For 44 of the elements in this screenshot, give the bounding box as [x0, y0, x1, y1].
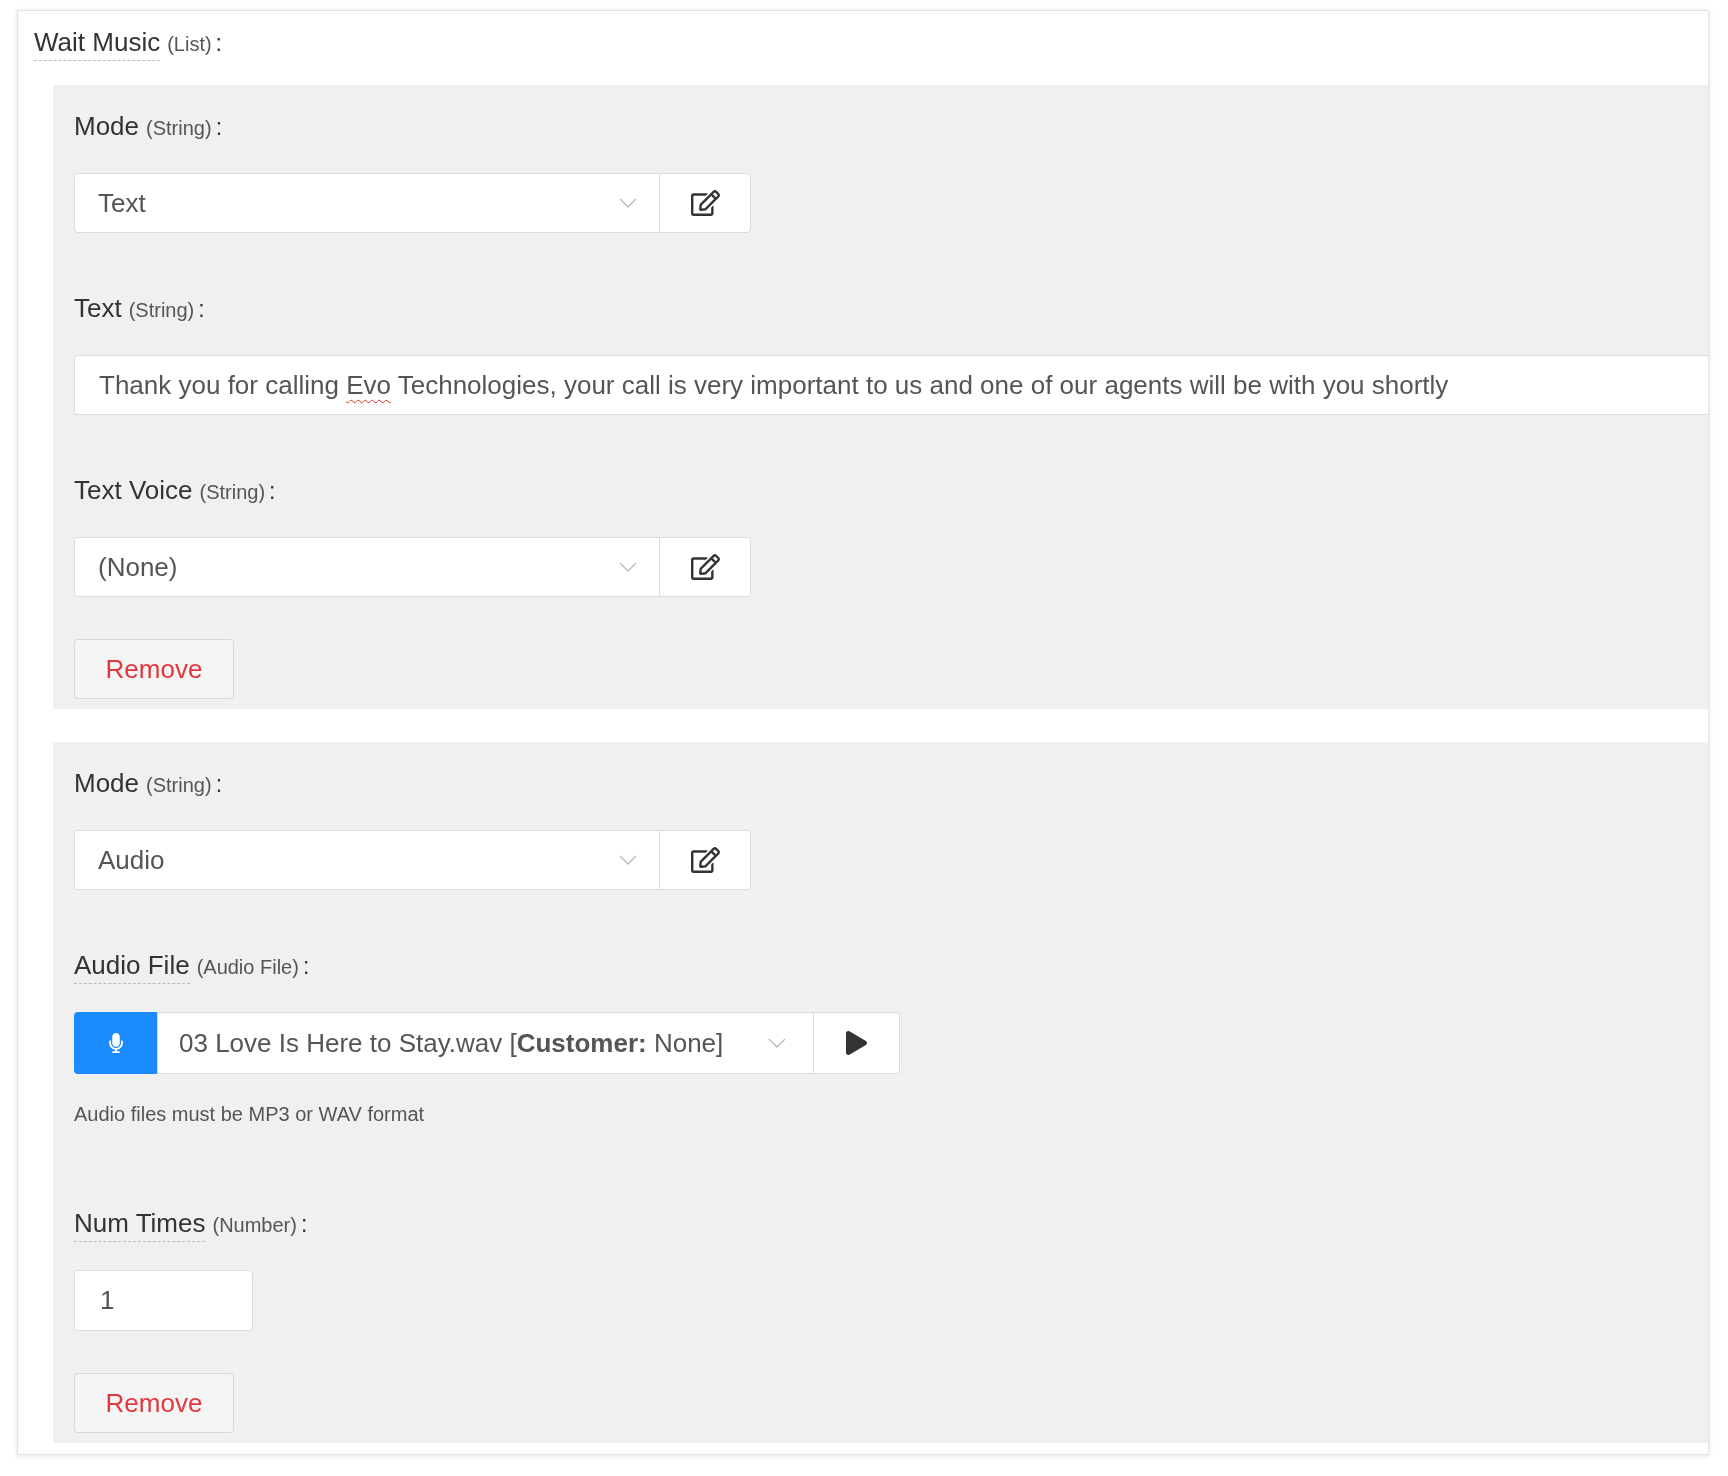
field-label: Text Voice — [74, 474, 193, 506]
field-type: (List) — [167, 32, 212, 57]
field-label: Text — [74, 292, 122, 324]
number-input[interactable]: 1 — [74, 1270, 253, 1331]
field-type: (Number) — [212, 1213, 297, 1238]
play-button[interactable] — [814, 1012, 900, 1074]
field-type: (String) — [199, 480, 266, 505]
label-colon: : — [215, 29, 222, 58]
chevron-down-icon — [619, 198, 637, 208]
label-colon: : — [302, 952, 310, 981]
remove-button[interactable]: Remove — [74, 1373, 234, 1433]
field-type: (String) — [146, 116, 212, 141]
chevron-down-icon — [619, 855, 637, 865]
text-input[interactable]: Thank you for calling Evo Technologies, your call is very important to us and one of our agents will be with you shortly — [74, 355, 1708, 415]
chevron-down-icon — [768, 1038, 786, 1048]
field-label: Audio File — [74, 949, 190, 984]
label-colon: : — [198, 295, 205, 324]
field-label: Wait Music — [34, 26, 161, 61]
play-icon — [846, 1031, 867, 1055]
edit-button[interactable] — [659, 537, 751, 597]
chevron-down-icon — [619, 562, 637, 572]
microphone-icon — [108, 1033, 123, 1053]
field-type: (Audio File) — [196, 955, 299, 980]
select-field[interactable]: (None) — [74, 537, 660, 597]
microphone-button[interactable] — [74, 1012, 157, 1074]
select-field[interactable]: 03 Love Is Here to Stay.wav [Customer: None] — [157, 1012, 814, 1074]
field-type: (String) — [128, 298, 195, 323]
edit-icon — [690, 847, 720, 873]
label-colon: : — [215, 770, 222, 799]
field-label: Mode — [74, 767, 140, 799]
edit-icon — [690, 554, 720, 580]
help-text: Audio files must be MP3 or WAV format — [74, 1102, 425, 1126]
label-colon: : — [300, 1210, 308, 1239]
field-label: Mode — [74, 110, 140, 142]
edit-button[interactable] — [659, 830, 751, 890]
select-field[interactable]: Audio — [74, 830, 660, 890]
remove-button[interactable]: Remove — [74, 639, 234, 699]
field-type: (String) — [146, 773, 212, 798]
label-colon: : — [215, 113, 222, 142]
field-label: Num Times — [74, 1207, 206, 1242]
edit-button[interactable] — [659, 173, 751, 233]
select-field[interactable]: Text — [74, 173, 660, 233]
edit-icon — [690, 190, 720, 216]
label-colon: : — [269, 477, 276, 506]
